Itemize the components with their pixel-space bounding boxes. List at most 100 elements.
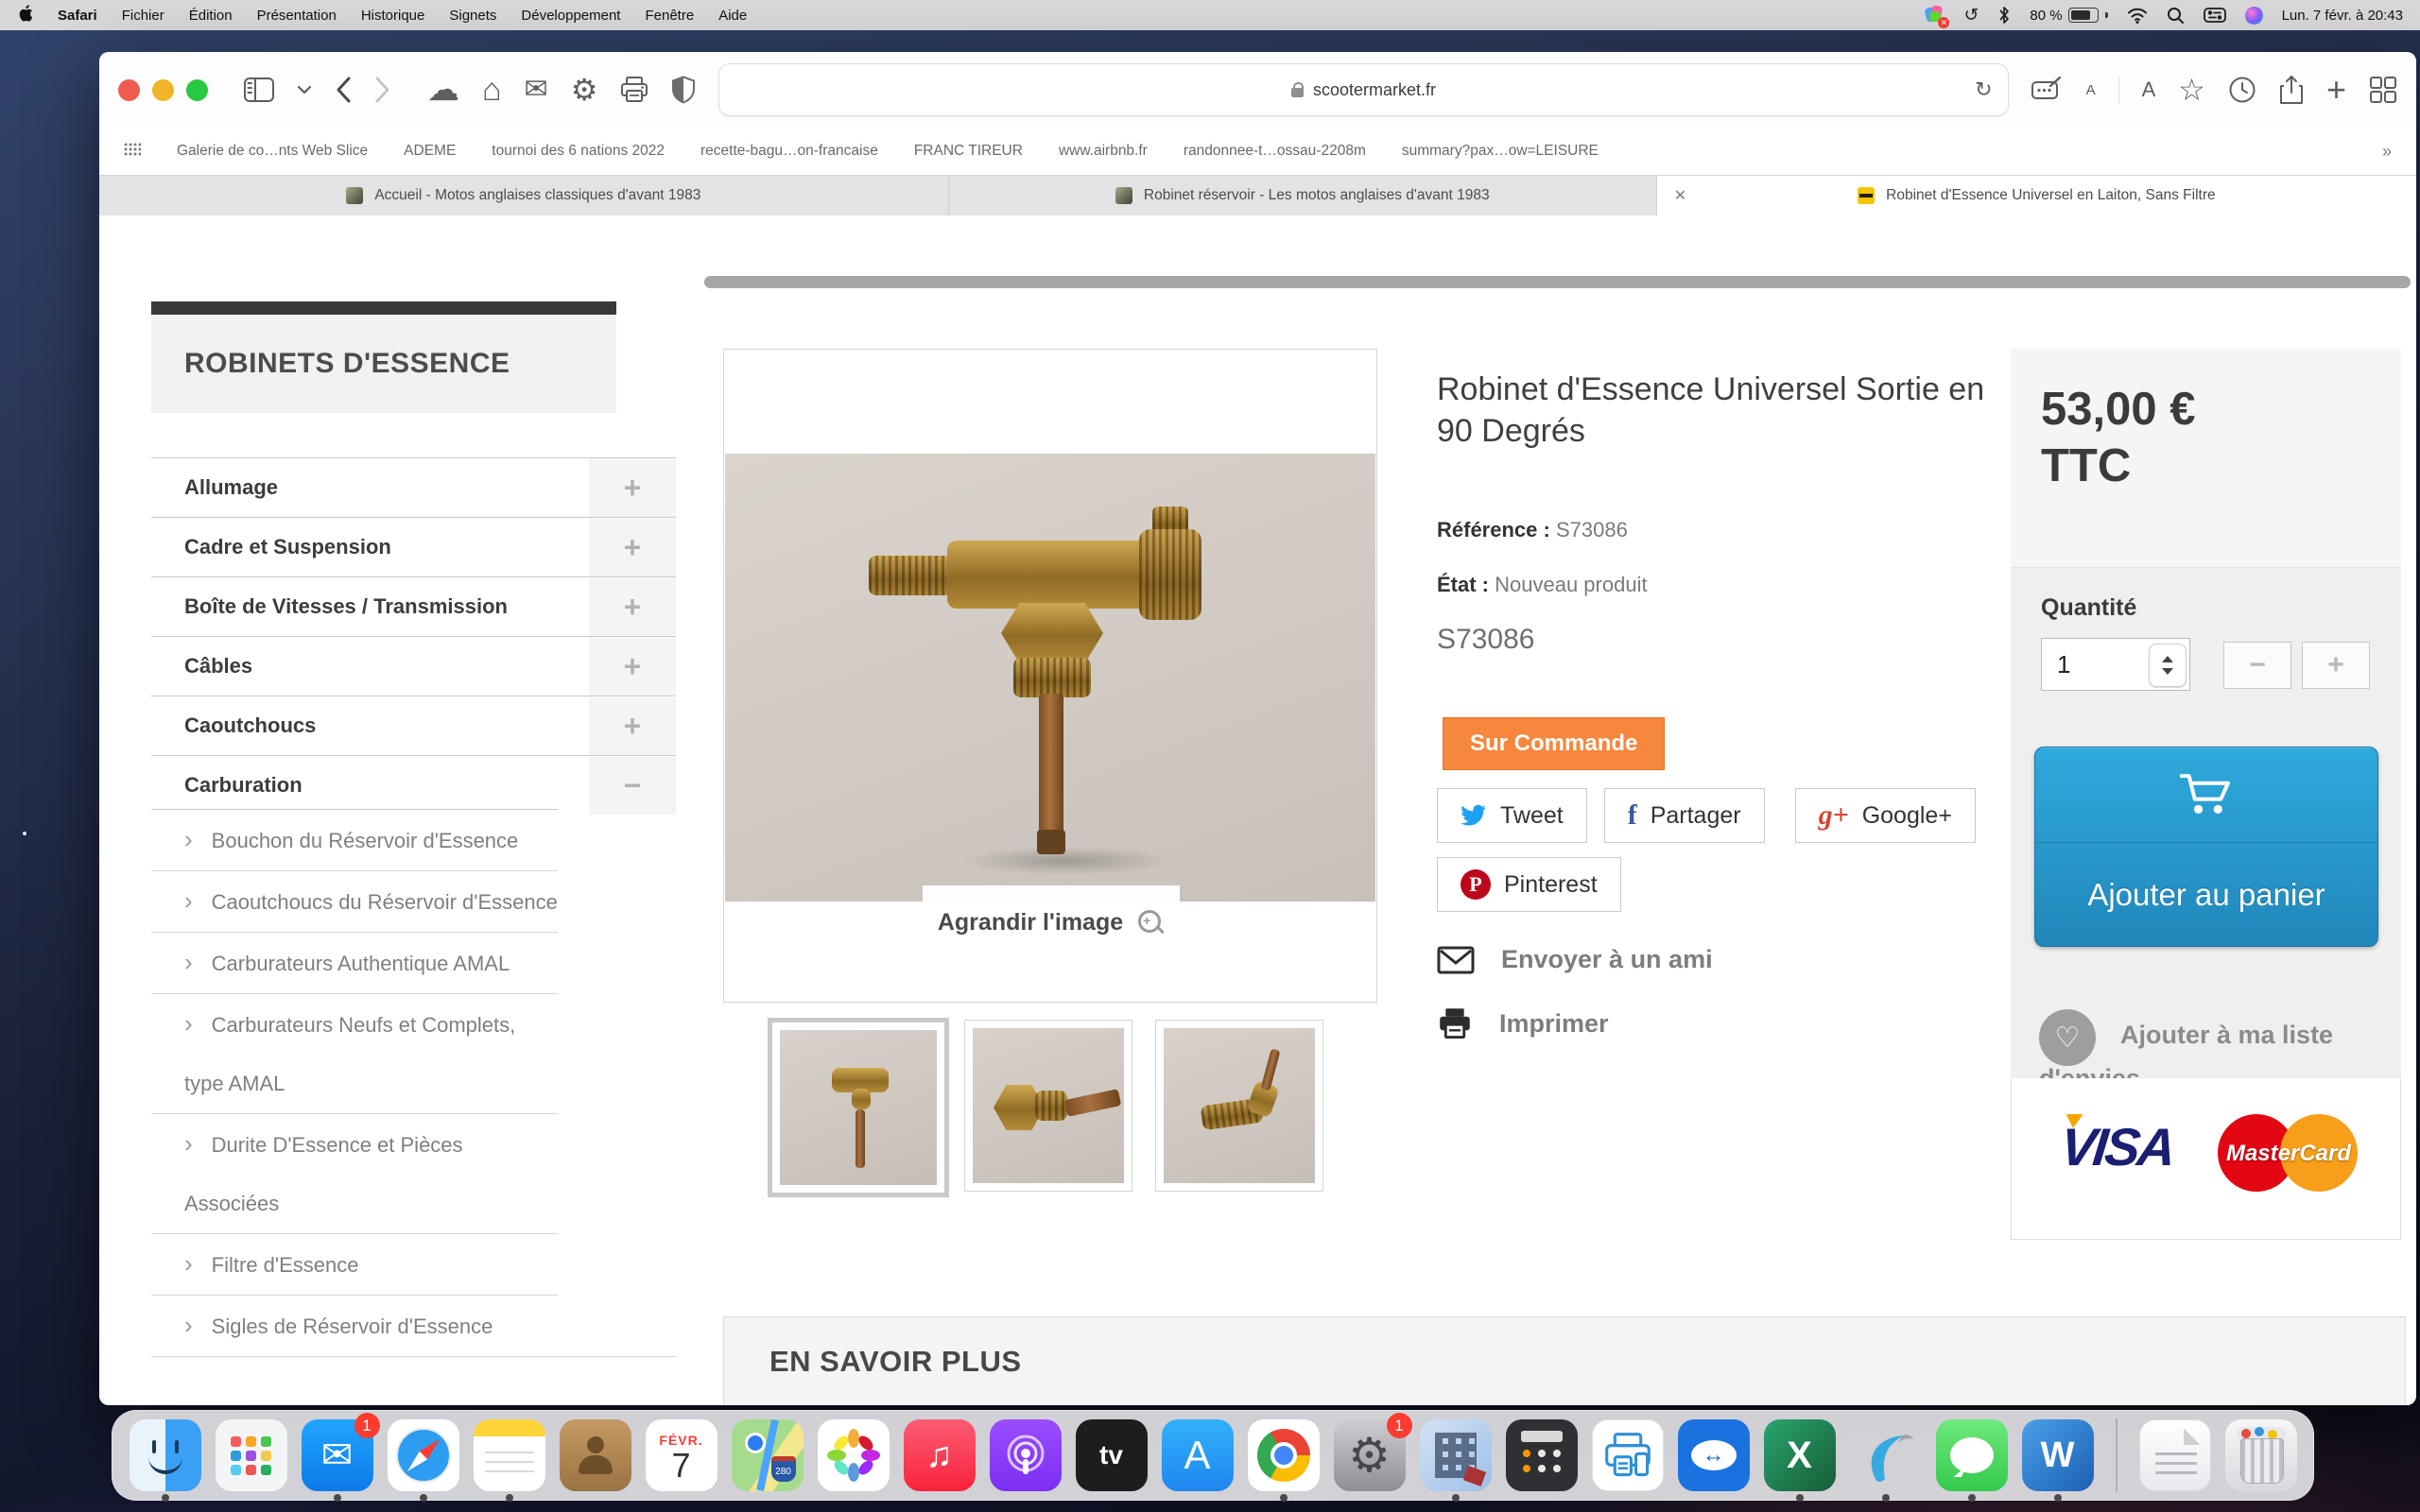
dock-word-icon[interactable]: W: [2021, 1419, 2094, 1491]
favorite-item[interactable]: ADEME: [404, 143, 456, 160]
dock-messages-icon[interactable]: [1935, 1419, 2008, 1491]
dock-chrome-icon[interactable]: [1247, 1419, 1320, 1491]
subcategory-carburateurs-amal[interactable]: › Carburateurs Authentique AMAL: [151, 932, 558, 993]
favorite-item[interactable]: tournoi des 6 nations 2022: [492, 143, 665, 160]
decrease-font-icon[interactable]: A: [2086, 82, 2096, 98]
dock-launchpad-icon[interactable]: [215, 1419, 287, 1491]
tweet-button[interactable]: Tweet: [1437, 788, 1587, 843]
tab-accueil[interactable]: Accueil - Motos anglaises classiques d'a…: [99, 176, 949, 215]
category-carburation[interactable]: Carburation −: [151, 755, 676, 815]
sidebar-toggle-icon[interactable]: [244, 77, 274, 102]
menu-aide[interactable]: Aide: [718, 8, 747, 24]
new-tab-icon[interactable]: +: [2326, 73, 2346, 107]
subcategory-caoutchoucs-reservoir[interactable]: › Caoutchoucs du Réservoir d'Essence: [151, 870, 558, 932]
tab-overview-icon[interactable]: [2369, 76, 2397, 104]
back-button[interactable]: [335, 76, 352, 104]
send-to-friend-link[interactable]: Envoyer à un ami: [1437, 945, 1713, 974]
settings-gear-icon[interactable]: ⚙: [571, 75, 598, 105]
dock-maps-icon[interactable]: 280: [731, 1419, 804, 1491]
forward-button[interactable]: [374, 76, 391, 104]
expand-plus-icon[interactable]: +: [589, 697, 676, 755]
dock-trash-full-icon[interactable]: [2224, 1419, 2297, 1491]
dock-teamviewer-icon[interactable]: ↔: [1677, 1419, 1750, 1491]
dock-safari-icon[interactable]: [387, 1419, 459, 1491]
thumbnail-2[interactable]: [964, 1020, 1132, 1192]
menu-fenetre[interactable]: Fenêtre: [645, 8, 694, 24]
pinterest-button[interactable]: P Pinterest: [1437, 857, 1621, 912]
close-window-button[interactable]: [118, 78, 140, 101]
category-caoutchoucs[interactable]: Caoutchoucs +: [151, 696, 676, 755]
autofill-icon[interactable]: [2031, 77, 2064, 103]
category-boite-vitesses[interactable]: Boîte de Vitesses / Transmission +: [151, 576, 676, 636]
close-tab-icon[interactable]: ✕: [1674, 186, 1686, 205]
menu-fichier[interactable]: Fichier: [122, 8, 164, 24]
colorful-app-menu-icon[interactable]: ✕: [1924, 5, 1950, 28]
quantity-stepper[interactable]: [2149, 644, 2187, 687]
time-machine-icon[interactable]: ↺: [1963, 5, 1979, 26]
facebook-share-button[interactable]: f Partager: [1603, 788, 1765, 843]
home-icon[interactable]: ⌂: [482, 74, 502, 106]
subcategory-sigles[interactable]: › Sigles de Réservoir d'Essence: [151, 1295, 558, 1356]
dock-excel-icon[interactable]: X: [1763, 1419, 1836, 1491]
category-cadre-suspension[interactable]: Cadre et Suspension +: [151, 517, 676, 576]
print-product-link[interactable]: Imprimer: [1437, 1007, 1609, 1040]
dock-notes-icon[interactable]: [473, 1419, 545, 1491]
control-center-icon[interactable]: [2203, 8, 2226, 23]
dock-contacts-icon[interactable]: [559, 1419, 631, 1491]
dock-document-stack-icon[interactable]: [2138, 1419, 2211, 1491]
dock-mail-icon[interactable]: ✉ 1: [301, 1413, 380, 1491]
subcategory-filtre[interactable]: › Filtre d'Essence: [151, 1233, 558, 1295]
reload-icon[interactable]: ↻: [1975, 77, 1992, 102]
zoom-window-button[interactable]: [186, 78, 208, 101]
collapse-minus-icon[interactable]: −: [589, 757, 676, 815]
expand-plus-icon[interactable]: +: [589, 519, 676, 576]
battery-indicator[interactable]: 80 %: [2030, 8, 2108, 24]
expand-plus-icon[interactable]: +: [589, 638, 676, 696]
dock-appletv-icon[interactable]: tv: [1075, 1419, 1148, 1491]
history-clock-icon[interactable]: [2228, 76, 2256, 104]
dock-finder-icon[interactable]: [129, 1419, 201, 1491]
quantity-plus-button[interactable]: +: [2302, 642, 2370, 689]
subcategory-durite[interactable]: › Durite D'Essence et Pièces Associées: [151, 1113, 558, 1233]
favorites-overflow-chevron[interactable]: »: [2382, 142, 2392, 162]
menu-edition[interactable]: Édition: [189, 8, 233, 24]
apple-menu-icon[interactable]: [17, 4, 33, 26]
dock-system-preferences-icon[interactable]: ⚙ 1: [1333, 1413, 1412, 1491]
more-info-section-header[interactable]: EN SAVOIR PLUS: [723, 1316, 2406, 1405]
address-bar[interactable]: scootermarket.fr ↻: [718, 63, 2009, 116]
privacy-shield-icon[interactable]: [671, 76, 696, 104]
favorites-grid-icon[interactable]: [124, 143, 142, 161]
dock-calculator-icon[interactable]: [1505, 1419, 1578, 1491]
thumbnail-1-selected[interactable]: [768, 1018, 949, 1197]
thumbnail-3[interactable]: [1155, 1020, 1323, 1192]
category-cables[interactable]: Câbles +: [151, 636, 676, 696]
menu-signets[interactable]: Signets: [449, 8, 496, 24]
mail-share-icon[interactable]: ✉: [525, 76, 548, 104]
menu-historique[interactable]: Historique: [361, 8, 425, 24]
subcategory-bouchon[interactable]: › Bouchon du Réservoir d'Essence: [151, 809, 558, 870]
favorite-item[interactable]: randonnee-t…ossau-2208m: [1184, 143, 1366, 160]
wifi-icon[interactable]: [2127, 8, 2148, 24]
dock-music-icon[interactable]: ♫: [903, 1419, 976, 1491]
share-icon[interactable]: [2279, 75, 2304, 105]
increase-font-icon[interactable]: A: [2142, 77, 2156, 102]
favorite-item[interactable]: FRANC TIREUR: [914, 143, 1023, 160]
print-icon[interactable]: [620, 77, 648, 103]
tab-robinet-reservoir[interactable]: Robinet réservoir - Les motos anglaises …: [949, 176, 1657, 215]
spotlight-icon[interactable]: [2167, 7, 2185, 25]
menu-developpement[interactable]: Développement: [521, 8, 620, 24]
tab-robinet-essence-active[interactable]: ✕ Robinet d'Essence Universel en Laiton,…: [1656, 176, 2416, 215]
dock-photos-icon[interactable]: [817, 1419, 890, 1491]
dock-finance-calculator-icon[interactable]: [1419, 1419, 1492, 1491]
icloud-icon[interactable]: ☁: [427, 74, 459, 106]
googleplus-share-button[interactable]: g+ Google+: [1794, 788, 1976, 843]
favorite-item[interactable]: summary?pax…ow=LEISURE: [1402, 143, 1599, 160]
zoom-image-button[interactable]: Agrandir l'image +: [923, 885, 1180, 959]
favorite-item[interactable]: Galerie de co…nts Web Slice: [177, 143, 368, 160]
menu-clock[interactable]: Lun. 7 févr. à 20:43: [2282, 8, 2403, 24]
expand-plus-icon[interactable]: +: [589, 578, 676, 636]
product-photo[interactable]: [725, 454, 1375, 902]
menu-app-name[interactable]: Safari: [58, 8, 97, 24]
quantity-minus-button[interactable]: −: [2223, 642, 2291, 689]
dock-printer-utility-icon[interactable]: [1591, 1419, 1664, 1491]
